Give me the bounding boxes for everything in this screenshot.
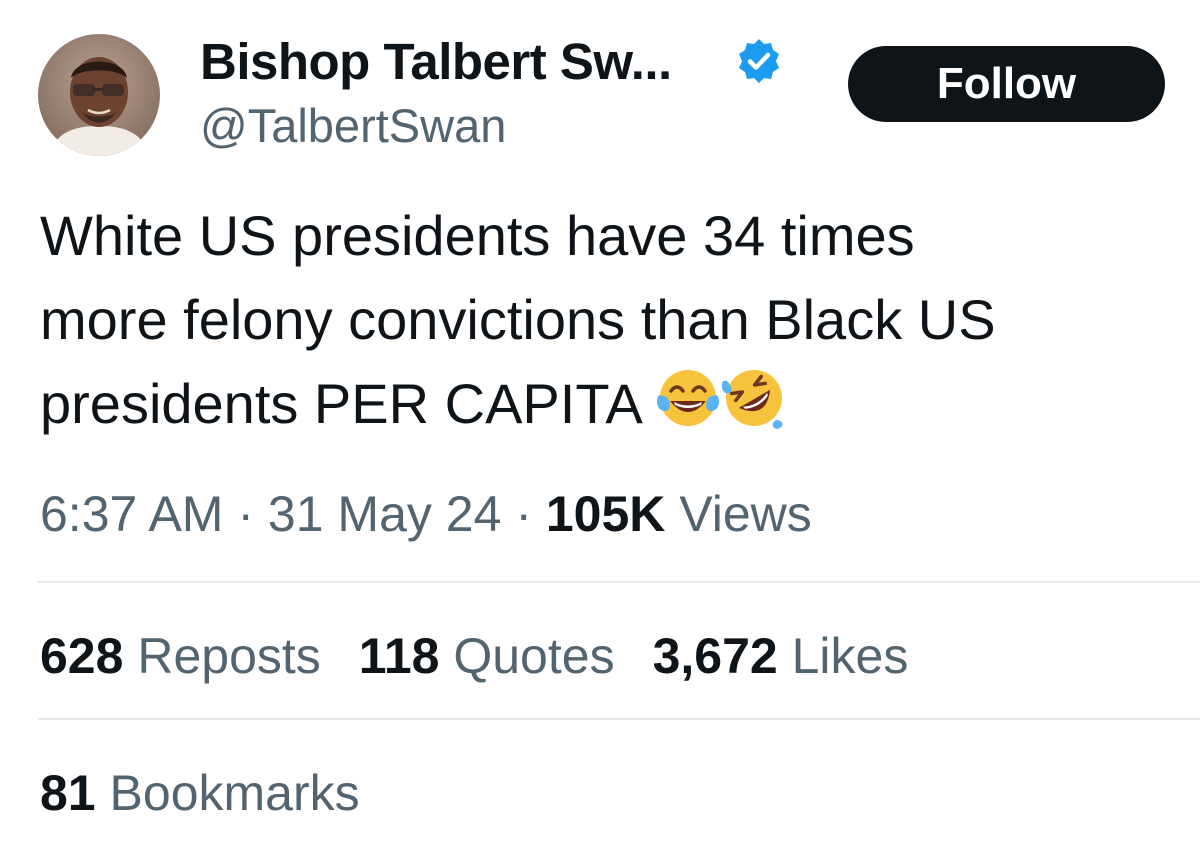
tweet-date[interactable]: 31 May 24 [268, 486, 501, 542]
bookmarks-count: 81 [40, 765, 96, 821]
views-label: Views [679, 486, 812, 542]
avatar[interactable] [38, 34, 160, 156]
quotes-label: Quotes [453, 628, 615, 684]
reposts-label: Reposts [137, 628, 321, 684]
face-with-tears-of-joy-icon [657, 370, 720, 426]
quotes-stat[interactable]: 118 Quotes [359, 628, 615, 684]
verified-badge-icon [739, 39, 779, 83]
reposts-count: 628 [40, 628, 124, 684]
avatar-photo [38, 34, 160, 156]
follow-button[interactable]: Follow [848, 46, 1165, 122]
user-handle[interactable]: @TalbertSwan [200, 96, 506, 156]
tweet-time[interactable]: 6:37 AM [40, 486, 223, 542]
reposts-stat[interactable]: 628 Reposts [40, 628, 321, 684]
tweet-text-line: more felony convictions than Black US [40, 288, 996, 351]
rolling-on-the-floor-laughing-icon [722, 370, 783, 429]
tweet-text-line: White US presidents have 34 times [40, 204, 915, 267]
bookmarks-label: Bookmarks [109, 765, 360, 821]
quotes-count: 118 [358, 628, 440, 684]
separator: · [515, 486, 532, 542]
divider [38, 718, 1200, 720]
tweet-text: White US presidents have 34 times more f… [40, 194, 1190, 446]
tweet-text-fragment: presidents PER CAPITA [40, 372, 640, 435]
likes-count: 3,672 [652, 628, 778, 684]
divider [38, 581, 1200, 583]
views-count: 105K [545, 486, 666, 542]
tweet-meta: 6:37 AM · 31 May 24 · 105K Views [40, 482, 812, 546]
likes-stat[interactable]: 3,672 Likes [653, 628, 909, 684]
likes-label: Likes [791, 628, 909, 684]
bookmarks-stat[interactable]: 81 Bookmarks [40, 761, 360, 825]
engagement-stats: 628 Reposts 118 Quotes 3,672 Likes [40, 624, 946, 688]
display-name[interactable]: Bishop Talbert Sw... [200, 30, 672, 94]
separator: · [237, 486, 255, 542]
tweet-text-line-last: presidents PER CAPITA [40, 362, 1190, 446]
